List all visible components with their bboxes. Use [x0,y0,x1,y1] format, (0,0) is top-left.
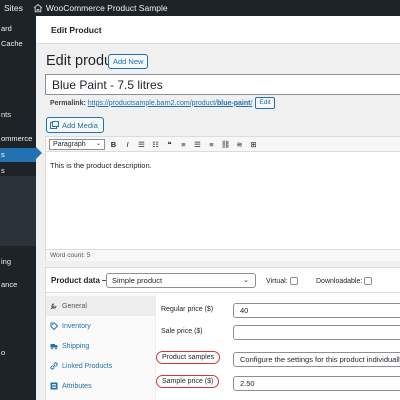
align-left-icon[interactable]: ≡ [178,139,189,150]
current-menu-arrow [36,147,42,159]
permalink-label: Permalink: [50,99,86,107]
fullscreen-icon[interactable]: ⊞ [248,139,259,150]
product-data-title: Product data — [51,276,111,285]
edit-permalink-button[interactable]: Edit [255,97,275,109]
link-icon[interactable]: ⛓ [220,139,231,150]
chevron-down-icon: ⌄ [95,141,101,147]
menu-item-comments[interactable]: nts [0,108,36,122]
align-right-icon[interactable]: ≡ [206,139,217,150]
virtual-checkbox[interactable]: Virtual: [266,277,298,285]
tab-general-label: General [62,302,87,310]
italic-icon[interactable]: I [122,139,133,150]
menu-item-woocommerce[interactable]: ommerce [0,132,36,146]
menu-item-cache[interactable]: Cache [0,37,36,51]
menu-item-submenu[interactable]: s [0,164,36,178]
admin-bar: Sites WooCommerce Product Sample [0,0,400,16]
numbered-list-icon[interactable]: ☷ [150,139,161,150]
product-description-editor: Paragraph ⌄ B I ☰ ☷ ❝ ≡ ☰ ≡ ⛓ ≋ ⊞ This i… [45,136,400,261]
editor-content[interactable]: This is the product description. [50,161,152,170]
align-center-icon[interactable]: ☰ [192,139,203,150]
site-name-link[interactable]: WooCommerce Product Sample [46,3,168,13]
tab-general[interactable]: General [46,296,156,316]
tab-attributes[interactable]: Attributes [46,376,156,396]
tab-inventory[interactable]: Inventory [46,316,156,336]
product-samples-select[interactable]: Configure the settings for this product … [233,352,400,367]
menu-item-marketing[interactable]: ing [0,255,36,269]
permalink-url[interactable]: https://productsample.barn2.com/product/… [88,100,253,107]
sample-price-label: Sample price ($) [156,375,220,388]
tab-linked-products-label: Linked Products [62,362,113,370]
virtual-label: Virtual: [266,277,288,285]
add-media-label: Add Media [62,120,98,130]
format-select-value: Paragraph [53,141,86,148]
permalink-slug: blue-paint [216,99,251,107]
tab-linked-products[interactable]: Linked Products [46,356,156,376]
blockquote-icon[interactable]: ❝ [164,139,175,150]
menu-item-appearance[interactable]: ance [0,278,36,292]
permalink-base: https://productsample.barn2.com/product/ [87,99,217,107]
wrench-icon [50,303,57,310]
screen-header: Edit Product [36,16,400,44]
bullet-list-icon[interactable]: ☰ [136,139,147,150]
submenu [0,176,36,246]
media-icon [50,121,59,129]
bold-icon[interactable]: B [108,139,119,150]
regular-price-label: Regular price ($) [161,306,214,313]
editor-toolbar: Paragraph ⌄ B I ☰ ☷ ❝ ≡ ☰ ≡ ⛓ ≋ ⊞ [46,137,400,152]
menu-item-dashboard[interactable]: ard [0,22,36,36]
tab-shipping-label: Shipping [62,342,90,350]
permalink-trail: / [250,99,253,107]
product-samples-value: Configure the settings for this product … [240,355,400,364]
admin-side-menu: ard Cache nts ommerce s s ing ance o [0,16,36,400]
add-new-button[interactable]: Add New [108,54,149,69]
product-type-value: Simple product [112,276,163,285]
product-samples-label: Product samples [156,351,221,364]
truck-icon [50,344,58,350]
chevron-down-icon: ⌄ [243,277,249,284]
sale-price-input[interactable] [233,325,400,340]
tag-icon [50,322,58,330]
permalink: Permalink: https://productsample.barn2.c… [50,97,275,109]
sale-price-label: Sale price ($) [161,328,203,335]
product-type-select[interactable]: Simple product ⌄ [106,273,256,288]
tab-shipping[interactable]: Shipping [46,336,156,356]
tab-attributes-label: Attributes [62,382,92,390]
home-icon[interactable] [33,3,43,13]
add-media-button[interactable]: Add Media [46,117,104,133]
downloadable-checkbox-box[interactable] [364,277,373,285]
menu-item-products[interactable]: s [0,148,36,162]
my-sites-link[interactable]: Sites [0,3,23,13]
unlink-icon[interactable]: ≋ [234,139,245,150]
link-icon [50,362,58,370]
menu-item-other[interactable]: o [0,346,36,360]
word-count: Word count: 5 [46,249,400,261]
downloadable-checkbox[interactable]: Downloadable: [316,277,373,285]
product-title-input[interactable] [45,74,400,95]
tab-inventory-label: Inventory [62,322,91,330]
sample-price-input[interactable]: 2.50 [233,376,400,391]
screen-title: Edit Product [51,25,102,35]
format-select[interactable]: Paragraph ⌄ [49,139,105,150]
downloadable-label: Downloadable: [316,277,363,285]
list-icon [50,382,58,390]
product-data-tabs: General Inventory Shipping Linked Produc… [46,294,156,400]
product-data-header: Product data — Simple product ⌄ Virtual:… [46,268,400,293]
virtual-checkbox-box[interactable] [289,277,298,285]
regular-price-input[interactable]: 40 [233,303,400,318]
product-data-box: Product data — Simple product ⌄ Virtual:… [45,267,400,400]
